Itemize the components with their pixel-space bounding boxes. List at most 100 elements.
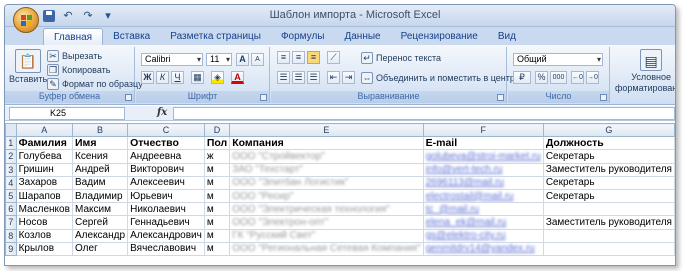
cell[interactable]: ООО "Электрон-опт" — [229, 215, 424, 230]
column-header-a[interactable]: A — [15, 122, 74, 138]
cell[interactable]: tc_@mail.ru — [422, 202, 544, 217]
percent-button[interactable]: % — [535, 71, 548, 84]
cell[interactable] — [542, 241, 675, 256]
cell[interactable]: genmitdrv14@yandex.ru — [422, 241, 544, 256]
cell[interactable]: Имя — [71, 136, 129, 151]
align-right-icon[interactable]: ☰ — [307, 71, 320, 84]
cell[interactable]: м — [203, 228, 231, 243]
row-header[interactable]: 4 — [5, 175, 17, 190]
copy-button[interactable]: ❐ Копировать — [47, 64, 110, 76]
cell[interactable]: Масленков — [15, 202, 74, 217]
cell[interactable]: Сергей — [71, 215, 129, 230]
cell[interactable]: Алексеевич — [127, 175, 205, 190]
paste-button[interactable]: 📋 Вставить — [9, 49, 47, 84]
cell[interactable] — [542, 202, 675, 217]
currency-icon[interactable]: ₽ — [513, 71, 531, 84]
cell[interactable]: м — [203, 215, 231, 230]
cell[interactable]: Геннадьевич — [127, 215, 205, 230]
cell[interactable]: ГК "Русский Свет" — [229, 228, 424, 243]
decrease-decimal-icon[interactable]: →0 — [586, 71, 599, 84]
cell[interactable]: Секретарь — [542, 188, 675, 204]
cell[interactable]: Носов — [15, 215, 74, 230]
underline-button[interactable]: Ч — [171, 71, 184, 84]
office-button[interactable] — [13, 7, 39, 33]
decrease-indent-icon[interactable]: ⇤ — [327, 71, 340, 84]
merge-center-button[interactable]: ⇔Объединить и поместить в центре▾ — [361, 72, 527, 84]
alignment-launcher-icon[interactable] — [497, 94, 504, 101]
tab-review[interactable]: Рецензирование — [391, 28, 488, 45]
align-bottom-icon[interactable]: ≡ — [307, 51, 320, 64]
cell[interactable]: Захаров — [15, 175, 74, 190]
clipboard-launcher-icon[interactable] — [125, 94, 132, 101]
cell[interactable]: Крылов — [15, 241, 74, 256]
cell[interactable]: ООО "Региональная Сетевая Компания" — [229, 241, 424, 256]
bold-button[interactable]: Ж — [141, 71, 154, 84]
row-header[interactable]: 5 — [5, 188, 17, 204]
cell[interactable]: ООО "Электрическая технология" — [229, 202, 424, 217]
align-left-icon[interactable]: ☰ — [277, 71, 290, 84]
cell[interactable]: Викторович — [127, 162, 205, 177]
cell[interactable]: м — [203, 241, 231, 256]
cell[interactable]: Заместитель руководителя — [542, 162, 675, 177]
font-size-combo[interactable]: 11 — [206, 53, 232, 66]
cell[interactable]: Александр — [71, 228, 129, 243]
cell[interactable]: Должность — [542, 136, 675, 151]
cell[interactable]: Пол — [203, 136, 231, 151]
increase-decimal-icon[interactable]: ←0 — [571, 71, 584, 84]
select-all-corner[interactable] — [5, 122, 17, 138]
cell[interactable] — [542, 228, 675, 243]
tab-formulas[interactable]: Формулы — [271, 28, 335, 45]
row-header[interactable]: 7 — [5, 215, 17, 230]
column-header-e[interactable]: E — [229, 122, 424, 138]
number-format-combo[interactable]: Общий — [513, 53, 603, 66]
format-painter-button[interactable]: ✎ Формат по образцу — [47, 78, 143, 90]
cell[interactable]: ЗАО "Техстарт" — [229, 162, 424, 177]
cell[interactable]: Вячеславович — [127, 241, 205, 256]
cell[interactable]: Максим — [71, 202, 129, 217]
tab-data[interactable]: Данные — [334, 28, 390, 45]
cell[interactable]: м — [203, 188, 231, 204]
column-header-f[interactable]: F — [422, 122, 544, 138]
row-header[interactable]: 3 — [5, 162, 17, 177]
cell[interactable]: 2696113@mail.ru — [422, 175, 544, 190]
cell[interactable]: м — [203, 202, 231, 217]
cell[interactable]: Козлов — [15, 228, 74, 243]
cell[interactable]: Отчество — [127, 136, 205, 151]
cell[interactable]: Вадим — [71, 175, 129, 190]
cell[interactable]: Голубева — [15, 149, 74, 164]
number-launcher-icon[interactable] — [600, 94, 607, 101]
cell[interactable]: ООО "Стройвектор" — [229, 149, 424, 164]
cell[interactable]: Компания — [229, 136, 424, 151]
shrink-font-button[interactable]: A — [251, 53, 264, 66]
cell[interactable]: Олег — [71, 241, 129, 256]
cell[interactable]: м — [203, 175, 231, 190]
font-color-button[interactable]: A — [231, 71, 244, 84]
row-header[interactable]: 9 — [5, 241, 17, 256]
borders-icon[interactable]: ▦ — [191, 71, 204, 84]
cell[interactable]: Александрович — [127, 228, 205, 243]
align-center-icon[interactable]: ☰ — [292, 71, 305, 84]
cut-button[interactable]: ✂ Вырезать — [47, 50, 102, 62]
cell[interactable]: Шарапов — [15, 188, 74, 204]
font-launcher-icon[interactable] — [260, 94, 267, 101]
cell[interactable]: Владимир — [71, 188, 129, 204]
cell[interactable]: E-mail — [422, 136, 544, 151]
cell[interactable]: ж — [203, 149, 231, 164]
orientation-icon[interactable]: ⟋ — [327, 51, 340, 64]
cell[interactable]: Юрьевич — [127, 188, 205, 204]
cell[interactable]: Гришин — [15, 162, 74, 177]
cell[interactable]: golubeva@stroi-market.ru — [422, 149, 544, 164]
row-header[interactable]: 1 — [5, 136, 17, 151]
cell[interactable]: elena_ek@mail.ru — [422, 215, 544, 230]
cell[interactable]: Секретарь — [542, 149, 675, 164]
cell[interactable]: electrostail@mail.ru — [422, 188, 544, 204]
italic-button[interactable]: К — [156, 71, 169, 84]
wrap-text-button[interactable]: ↵ Перенос текста — [361, 52, 441, 64]
cell[interactable]: Секретарь — [542, 175, 675, 190]
align-middle-icon[interactable]: ≡ — [292, 51, 305, 64]
cell[interactable]: info@vert-tech.ru — [422, 162, 544, 177]
cell[interactable]: ООО "Элитбан Логистик" — [229, 175, 424, 190]
font-name-combo[interactable]: Calibri — [141, 53, 203, 66]
name-box[interactable]: K25 — [9, 107, 125, 120]
cell[interactable]: Фамилия — [15, 136, 74, 151]
